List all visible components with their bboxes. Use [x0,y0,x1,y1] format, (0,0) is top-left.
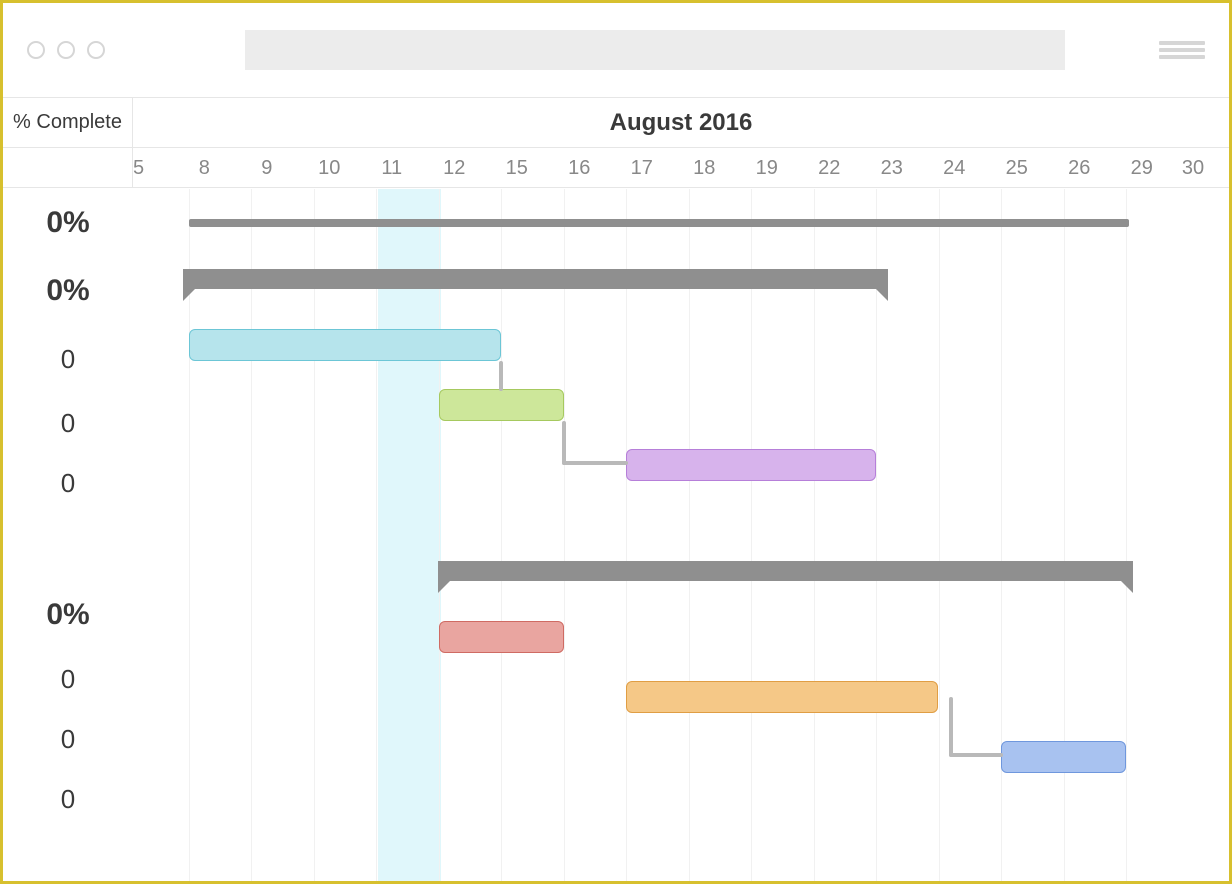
search-input[interactable] [245,30,1065,70]
date-cell: 19 [736,148,799,187]
phase-bar[interactable] [183,269,888,289]
dependency-connector [562,461,628,465]
task-bar[interactable] [439,389,564,421]
close-icon[interactable] [27,41,45,59]
row-complete: 0 [3,344,133,375]
window-controls [27,41,105,59]
dependency-connector [949,697,953,757]
date-cell: 17 [611,148,674,187]
date-cell: 16 [548,148,611,187]
task-bar[interactable] [439,621,564,653]
header-row: % Complete August 2016 [3,98,1229,148]
date-cell: 9 [236,148,299,187]
date-cell: 12 [423,148,486,187]
date-cell: 15 [486,148,549,187]
date-cell: 23 [861,148,924,187]
date-cell: 22 [798,148,861,187]
today-highlight [378,189,441,881]
phase-bar[interactable] [438,561,1133,581]
date-cell: 5 [133,148,173,187]
dependency-connector [949,753,1003,757]
date-header: 5 8 9 10 11 12 15 16 17 18 19 22 23 24 2… [3,148,1229,188]
dependency-connector [499,361,503,391]
row-complete: 0 [3,408,133,439]
date-cell: 10 [298,148,361,187]
row-complete: 0 [3,664,133,695]
date-cell: 25 [986,148,1049,187]
task-bar[interactable] [626,449,876,481]
date-cell: 24 [923,148,986,187]
task-bar[interactable] [1001,741,1126,773]
date-cell: 8 [173,148,236,187]
date-cell: 30 [1173,148,1213,187]
maximize-icon[interactable] [87,41,105,59]
side-header: % Complete [3,98,133,147]
project-bar[interactable] [189,219,1129,227]
date-cell: 18 [673,148,736,187]
window-titlebar [3,3,1229,98]
task-bar[interactable] [626,681,938,713]
row-complete: 0% [3,274,133,308]
row-complete: 0% [3,598,133,632]
date-cell: 26 [1048,148,1111,187]
date-cell: 29 [1111,148,1174,187]
row-labels: 0% 0% 0 0 0 0% 0 0 0 [3,189,133,829]
date-cell: 11 [361,148,424,187]
minimize-icon[interactable] [57,41,75,59]
row-complete: 0% [3,206,133,240]
month-title: August 2016 [133,98,1229,147]
row-complete: 0 [3,724,133,755]
row-complete: 0 [3,784,133,815]
dependency-connector [562,421,566,465]
gantt-chart [133,189,1229,881]
row-complete: 0 [3,468,133,499]
task-bar[interactable] [189,329,501,361]
menu-button[interactable] [1159,38,1205,62]
